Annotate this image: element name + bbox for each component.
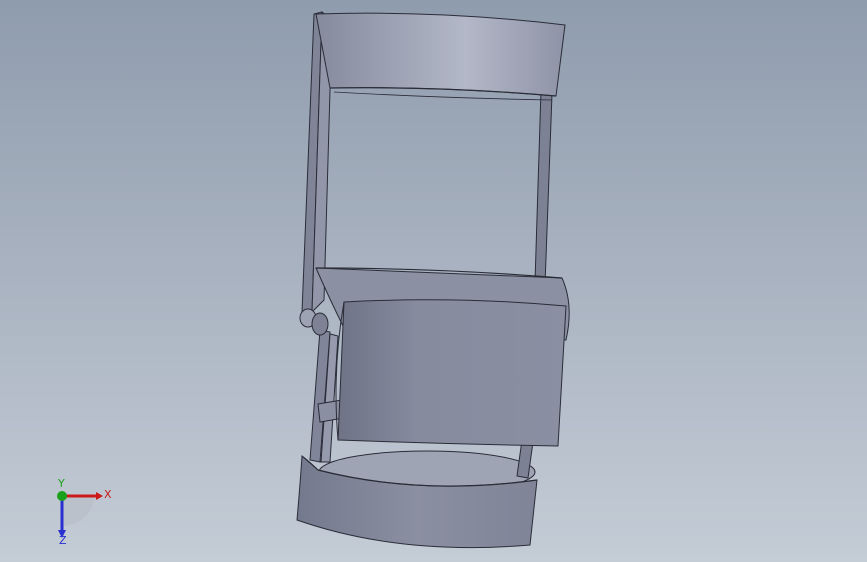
y-axis-label: Y bbox=[57, 478, 65, 490]
axis-triad: X Y Z bbox=[57, 478, 112, 547]
cad-model[interactable] bbox=[0, 0, 867, 562]
x-axis-label: X bbox=[104, 488, 112, 501]
triad-shadow bbox=[62, 496, 94, 526]
3d-viewport[interactable]: X Y Z bbox=[0, 0, 867, 562]
main-cylinder bbox=[337, 299, 567, 447]
top-band bbox=[315, 12, 566, 97]
z-axis-label: Z bbox=[59, 534, 67, 547]
rear-right-rod bbox=[534, 89, 553, 286]
pivot-hub bbox=[311, 312, 329, 336]
y-axis-dot bbox=[57, 491, 67, 501]
x-axis-arrow bbox=[96, 492, 103, 500]
